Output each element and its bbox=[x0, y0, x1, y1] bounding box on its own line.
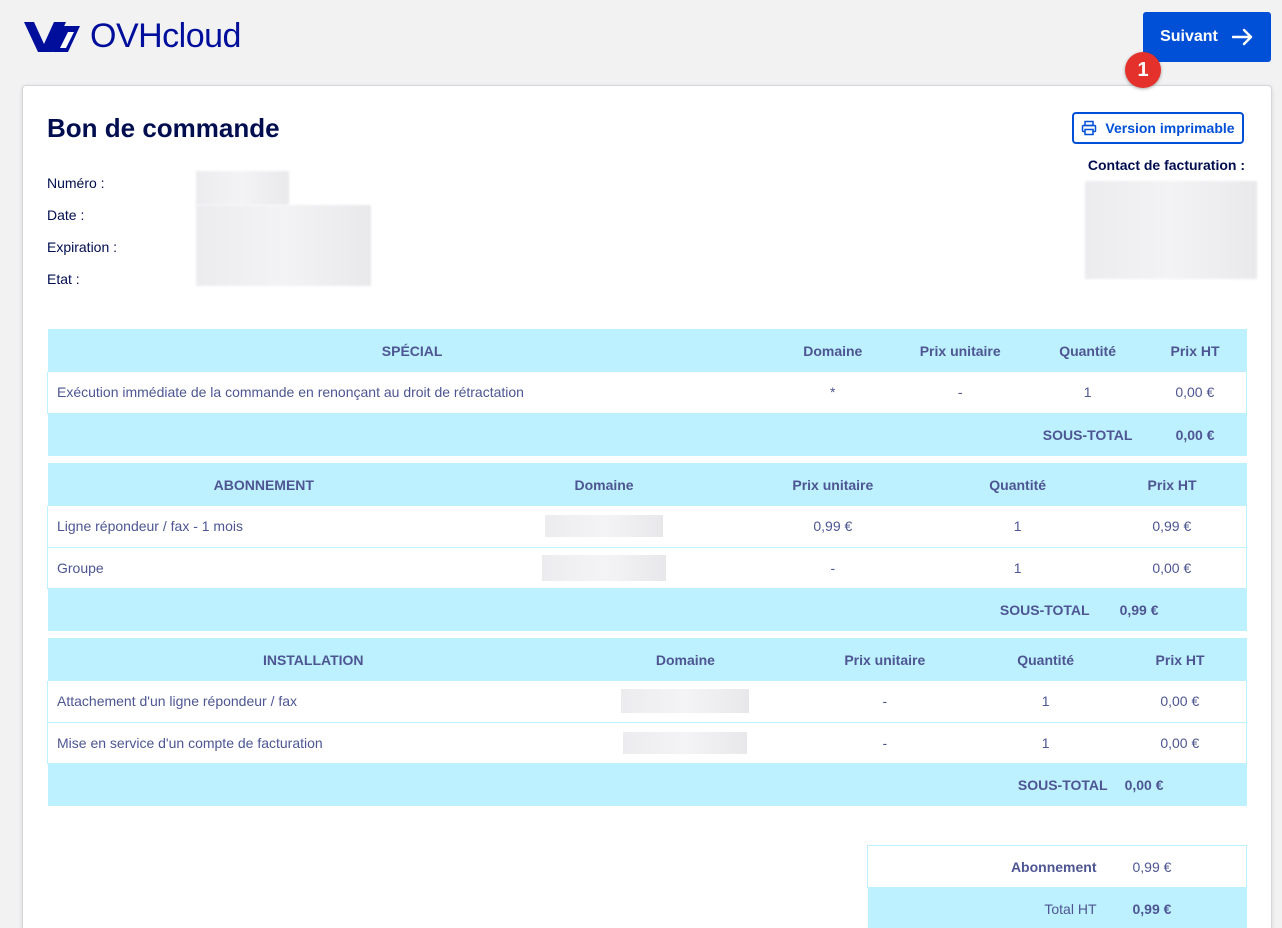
subtotal-row: SOUS-TOTAL 0,00 € bbox=[47, 763, 1247, 806]
subtotal-row: SOUS-TOTAL 0,00 € bbox=[47, 413, 1247, 456]
domain-redacted bbox=[542, 554, 667, 581]
row-unit-price: 0,99 € bbox=[727, 506, 938, 548]
row-quantity: 1 bbox=[977, 722, 1114, 764]
col-header-price: Prix HT bbox=[1113, 638, 1247, 681]
row-domain: * bbox=[776, 372, 889, 414]
col-header-section: INSTALLATION bbox=[47, 638, 579, 681]
special-table: SPÉCIAL Domaine Prix unitaire Quantité P… bbox=[46, 329, 1247, 456]
subtotal-row: SOUS-TOTAL 0,99 € bbox=[47, 588, 1247, 631]
row-domain bbox=[578, 722, 792, 764]
domain-redacted bbox=[621, 689, 750, 714]
row-unit-price: - bbox=[727, 547, 938, 589]
totals-subscription-row: Abonnement 0,99 € bbox=[867, 845, 1247, 888]
order-meta: Numéro : Date : Expiration : Etat : bbox=[47, 172, 117, 300]
row-quantity: 1 bbox=[937, 547, 1098, 589]
totals-subscription-value: 0,99 € bbox=[1122, 845, 1247, 888]
subtotal-value: 0,00 € bbox=[1143, 413, 1247, 456]
ovh-logo-icon bbox=[24, 22, 80, 52]
row-label: Attachement d'un ligne répondeur / fax bbox=[46, 681, 579, 723]
next-button[interactable]: Suivant bbox=[1143, 12, 1271, 62]
printable-version-button[interactable]: Version imprimable bbox=[1072, 112, 1244, 144]
subtotal-label: SOUS-TOTAL bbox=[791, 763, 1114, 806]
row-domain bbox=[480, 547, 728, 589]
row-label: Mise en service d'un compte de facturati… bbox=[46, 722, 579, 764]
meta-date-label: Date : bbox=[47, 207, 85, 223]
row-quantity: 1 bbox=[937, 506, 1098, 548]
row-domain bbox=[480, 506, 728, 548]
table-row: Groupe - 1 0,00 € bbox=[47, 547, 1247, 589]
row-unit-price: - bbox=[791, 722, 978, 764]
row-unit-price: - bbox=[888, 372, 1032, 414]
subtotal-label: SOUS-TOTAL bbox=[727, 588, 1098, 631]
col-header-unit-price: Prix unitaire bbox=[791, 638, 978, 681]
col-header-quantity: Quantité bbox=[977, 638, 1114, 681]
col-header-quantity: Quantité bbox=[937, 463, 1098, 506]
ovh-logo[interactable]: OVHcloud bbox=[22, 16, 241, 56]
col-header-domain: Domaine bbox=[578, 638, 792, 681]
col-header-quantity: Quantité bbox=[1031, 329, 1144, 372]
domain-redacted bbox=[623, 731, 748, 754]
subtotal-label: SOUS-TOTAL bbox=[1031, 413, 1144, 456]
table-row: Mise en service d'un compte de facturati… bbox=[46, 722, 1247, 764]
next-button-label: Suivant bbox=[1160, 28, 1218, 45]
table-row: Attachement d'un ligne répondeur / fax -… bbox=[46, 681, 1247, 723]
col-header-domain: Domaine bbox=[776, 329, 889, 372]
subtotal-value: 0,00 € bbox=[1113, 763, 1247, 806]
meta-values-redacted bbox=[196, 205, 371, 286]
row-domain bbox=[578, 681, 792, 723]
meta-expiration-label: Expiration : bbox=[47, 239, 118, 255]
arrow-right-icon bbox=[1231, 28, 1253, 46]
row-price: 0,00 € bbox=[1097, 547, 1247, 589]
step-badge: 1 bbox=[1125, 52, 1161, 88]
row-price: 0,00 € bbox=[1113, 722, 1247, 764]
row-quantity: 1 bbox=[1031, 372, 1144, 414]
billing-contact-redacted bbox=[1085, 181, 1257, 279]
order-card: Bon de commande Version imprimable Conta… bbox=[22, 85, 1272, 928]
totals-total-label: Total HT bbox=[867, 887, 1123, 928]
billing-contact-label: Contact de facturation : bbox=[1087, 157, 1245, 173]
col-header-price: Prix HT bbox=[1143, 329, 1247, 372]
printable-version-label: Version imprimable bbox=[1105, 120, 1235, 136]
col-header-section: SPÉCIAL bbox=[47, 329, 777, 372]
row-quantity: 1 bbox=[977, 681, 1114, 723]
printer-icon bbox=[1082, 120, 1097, 136]
table-row: Exécution immédiate de la commande en re… bbox=[46, 372, 1247, 414]
meta-number-label: Numéro : bbox=[47, 175, 105, 191]
col-header-unit-price: Prix unitaire bbox=[727, 463, 938, 506]
subscription-table: ABONNEMENT Domaine Prix unitaire Quantit… bbox=[47, 463, 1247, 631]
meta-state-label: Etat : bbox=[47, 271, 80, 287]
meta-number-redacted bbox=[196, 171, 289, 205]
page-title: Bon de commande bbox=[47, 113, 280, 143]
table-row: Ligne répondeur / fax - 1 mois 0,99 € 1 … bbox=[47, 506, 1247, 548]
totals-subscription-label: Abonnement bbox=[867, 845, 1123, 888]
row-label: Exécution immédiate de la commande en re… bbox=[46, 372, 777, 414]
row-price: 0,00 € bbox=[1113, 681, 1247, 723]
totals-total-row: Total HT 0,99 € bbox=[867, 887, 1247, 928]
totals-total-value: 0,99 € bbox=[1122, 887, 1247, 928]
domain-redacted bbox=[545, 515, 664, 538]
row-price: 0,00 € bbox=[1143, 372, 1247, 414]
installation-table: INSTALLATION Domaine Prix unitaire Quant… bbox=[46, 638, 1247, 806]
row-label: Groupe bbox=[47, 547, 481, 589]
row-price: 0,99 € bbox=[1097, 506, 1247, 548]
subtotal-value: 0,99 € bbox=[1097, 588, 1247, 631]
col-header-section: ABONNEMENT bbox=[47, 463, 481, 506]
brand-name: OVHcloud bbox=[90, 16, 241, 55]
col-header-domain: Domaine bbox=[480, 463, 728, 506]
col-header-unit-price: Prix unitaire bbox=[888, 329, 1032, 372]
row-label: Ligne répondeur / fax - 1 mois bbox=[47, 506, 481, 548]
totals-table: Abonnement 0,99 € Total HT 0,99 € bbox=[867, 845, 1247, 928]
row-unit-price: - bbox=[791, 681, 978, 723]
col-header-price: Prix HT bbox=[1097, 463, 1247, 506]
